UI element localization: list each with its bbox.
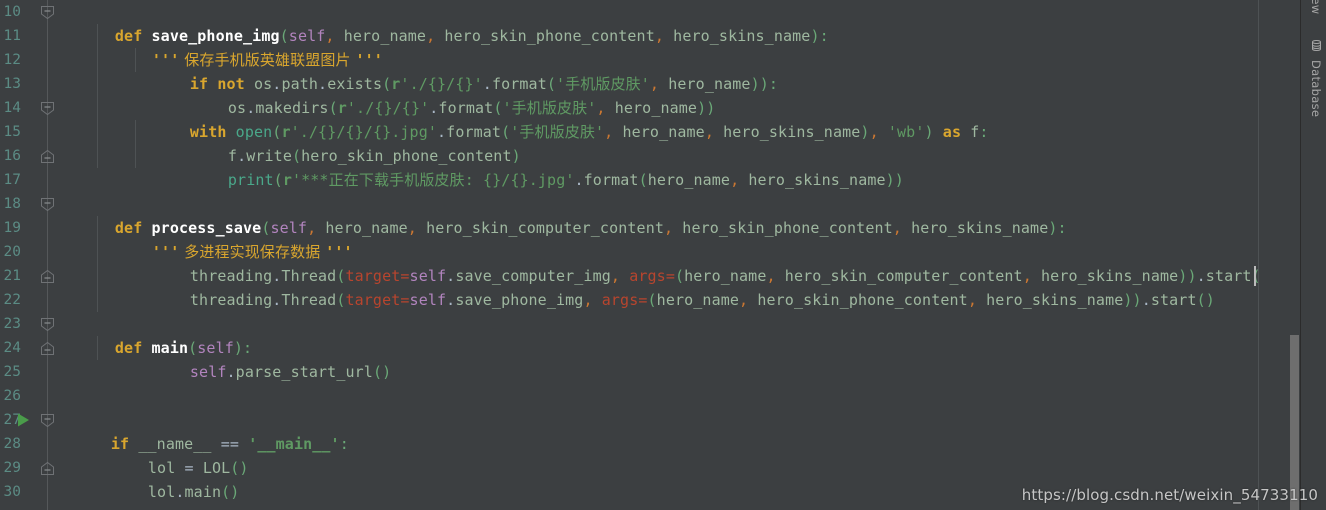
code-editor-area[interactable]: def save_phone_img(self, hero_name, hero… <box>0 0 1326 510</box>
fold-marker-expand-end[interactable] <box>40 341 55 356</box>
code-line[interactable]: with open(r'./{}/{}/{}.jpg'.format('手机版皮… <box>135 96 989 141</box>
token-string-main: '__main__' <box>248 435 340 453</box>
line-number: 22 <box>3 292 21 308</box>
code-line[interactable]: threading.Thread(target=self.save_comput… <box>135 240 1261 285</box>
code-line[interactable]: lol = LOL() <box>93 432 249 477</box>
database-icon <box>1311 40 1322 51</box>
line-number: 14 <box>3 100 21 116</box>
code-line[interactable]: ''' 保存手机版英雄联盟图片 ''' <box>97 24 383 69</box>
vertical-scrollbar-thumb[interactable] <box>1290 335 1299 510</box>
line-number: 29 <box>3 460 21 476</box>
pycharm-editor-window: def save_phone_img(self, hero_name, hero… <box>0 0 1326 510</box>
fold-marker-collapse[interactable] <box>40 101 55 116</box>
run-script-arrow-icon[interactable] <box>16 412 30 428</box>
line-number: 26 <box>3 388 21 404</box>
fold-marker-expand-end[interactable] <box>40 269 55 284</box>
line-number: 28 <box>3 436 21 452</box>
code-line[interactable]: def save_phone_img(self, hero_name, hero… <box>60 0 829 45</box>
line-number: 12 <box>3 52 21 68</box>
line-number: 11 <box>3 28 21 44</box>
code-fold-rail <box>47 0 48 510</box>
code-line[interactable]: def process_save(self, hero_name, hero_s… <box>60 192 1067 237</box>
line-number: 30 <box>3 484 21 500</box>
code-line[interactable]: def main(self): <box>60 312 252 357</box>
fold-marker-collapse[interactable] <box>40 317 55 332</box>
line-number: 19 <box>3 220 21 236</box>
token-self: self <box>189 363 227 381</box>
tool-button-view-label: View <box>1309 0 1323 15</box>
code-line[interactable]: self.parse_start_url() <box>135 336 391 381</box>
line-number: 13 <box>3 76 21 92</box>
right-tool-window-bar[interactable]: View Database <box>1300 0 1326 510</box>
line-number: 24 <box>3 340 21 356</box>
tool-button-database[interactable]: Database <box>1300 40 1326 130</box>
tool-button-database-label: Database <box>1309 60 1323 118</box>
line-number: 17 <box>3 172 21 188</box>
fold-marker-collapse[interactable] <box>40 5 55 20</box>
token-builtin-print: print <box>227 171 274 189</box>
code-line[interactable]: lol.main() <box>93 456 239 501</box>
line-number: 16 <box>3 148 21 164</box>
line-number: 21 <box>3 268 21 284</box>
fold-marker-expand-end[interactable] <box>40 149 55 164</box>
text-caret <box>1254 266 1256 286</box>
line-number: 20 <box>3 244 21 260</box>
watermark-url: https://blog.csdn.net/weixin_54733110 <box>1021 486 1318 504</box>
token-keyword-as: as <box>942 123 962 141</box>
code-line[interactable]: ''' 多进程实现保存数据 ''' <box>97 216 353 261</box>
line-number: 10 <box>3 4 21 20</box>
token-kwarg-args: args <box>601 291 639 309</box>
code-line[interactable]: if not os.path.exists(r'./{}/{}'.format(… <box>135 48 778 93</box>
token-kwarg-target: target <box>345 291 401 309</box>
code-line[interactable]: print(r'***正在下载手机版皮肤: {}/{}.jpg'.format(… <box>173 144 904 189</box>
fold-marker-collapse[interactable] <box>40 197 55 212</box>
line-number: 23 <box>3 316 21 332</box>
code-line[interactable]: os.makedirs(r'./{}/{}'.format('手机版皮肤', h… <box>173 72 715 117</box>
line-number: 25 <box>3 364 21 380</box>
tool-button-view[interactable]: View <box>1300 0 1326 30</box>
code-line[interactable]: threading.Thread(target=self.save_phone_… <box>135 264 1215 309</box>
line-number: 15 <box>3 124 21 140</box>
code-line[interactable]: f.write(hero_skin_phone_content) <box>173 120 521 165</box>
code-line[interactable]: if __name__ == '__main__': <box>56 408 349 453</box>
right-margin-guide <box>1258 0 1259 510</box>
fold-marker-expand-end[interactable] <box>40 461 55 476</box>
line-number: 18 <box>3 196 21 212</box>
fold-marker-collapse[interactable] <box>40 413 55 428</box>
